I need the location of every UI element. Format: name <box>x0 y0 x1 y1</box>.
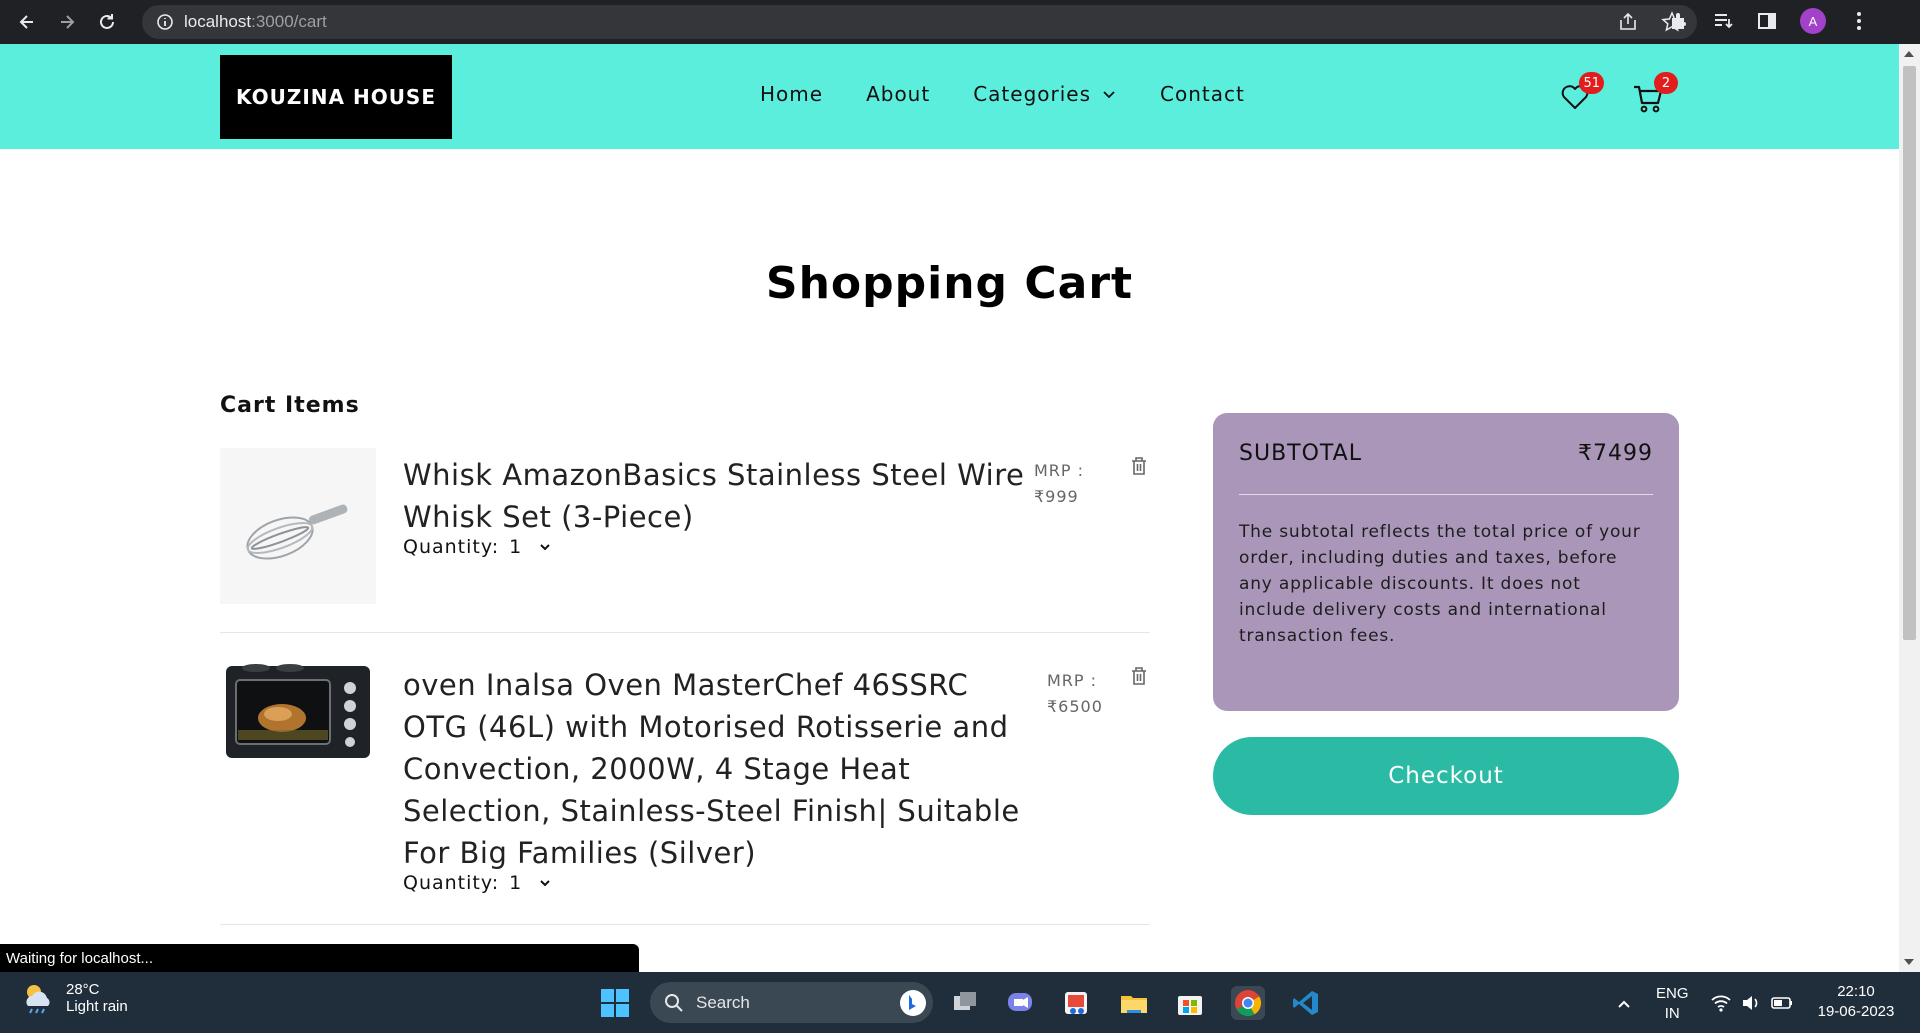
clock[interactable]: 22:10 19-06-2023 <box>1808 982 1904 1022</box>
product-image-oven[interactable] <box>220 658 376 768</box>
file-explorer-icon[interactable] <box>1117 986 1151 1020</box>
bing-icon[interactable] <box>899 989 927 1017</box>
taskbar-search[interactable]: Search <box>650 982 933 1023</box>
cart-count-badge: 2 <box>1654 72 1678 94</box>
order-summary-panel: SUBTOTAL ₹7499 The subtotal reflects the… <box>1213 413 1679 711</box>
side-panel-icon[interactable] <box>1756 10 1778 32</box>
wishlist-count-badge: 51 <box>1579 72 1604 94</box>
quantity-value: 1 <box>509 872 523 894</box>
language-indicator[interactable]: ENG IN <box>1656 984 1689 1024</box>
reload-icon[interactable] <box>94 9 120 35</box>
forward-icon[interactable] <box>54 9 80 35</box>
chevron-up-icon[interactable] <box>1616 996 1632 1012</box>
brand-logo[interactable]: KOUZINA HOUSE <box>220 55 452 139</box>
wifi-icon[interactable] <box>1710 992 1732 1014</box>
wishlist-button[interactable]: 51 <box>1560 72 1604 112</box>
vscode-icon[interactable] <box>1289 986 1323 1020</box>
subtotal-amount: ₹7499 <box>1578 441 1653 466</box>
item-divider <box>220 632 1150 633</box>
profile-avatar[interactable]: A <box>1800 8 1826 34</box>
nav-categories-label: Categories <box>973 82 1092 106</box>
back-icon[interactable] <box>14 9 40 35</box>
nav-contact-link[interactable]: Contact <box>1160 82 1245 106</box>
mrp-value: ₹6500 <box>1047 697 1103 716</box>
cart-item: Whisk AmazonBasics Stainless Steel Wire … <box>220 448 1150 608</box>
checkout-button[interactable]: Checkout <box>1213 737 1679 815</box>
chevron-down-icon <box>1103 91 1115 99</box>
windows-start-icon[interactable] <box>598 986 632 1020</box>
browser-toolbar: localhost:3000/cart A <box>0 0 1920 44</box>
battery-icon[interactable] <box>1770 992 1794 1014</box>
chrome-icon[interactable] <box>1231 986 1265 1020</box>
subtotal-label: SUBTOTAL <box>1239 441 1362 466</box>
item-divider <box>220 924 1150 925</box>
task-view-icon[interactable] <box>948 986 982 1020</box>
quantity-label: Quantity: <box>403 536 500 558</box>
teams-chat-icon[interactable] <box>1003 986 1037 1020</box>
scroll-down-icon[interactable] <box>1904 959 1914 965</box>
page-title: Shopping Cart <box>765 258 1134 309</box>
subtotal-row: SUBTOTAL ₹7499 <box>1239 413 1653 495</box>
quantity-selector[interactable]: Quantity: 1 <box>403 536 552 558</box>
clock-date: 19-06-2023 <box>1817 1003 1895 1020</box>
product-mrp: MRP : ₹999 <box>1034 458 1084 510</box>
search-icon <box>665 993 683 1012</box>
extensions-icon[interactable] <box>1668 10 1690 32</box>
product-mrp: MRP : ₹6500 <box>1047 668 1103 720</box>
product-name[interactable]: oven Inalsa Oven MasterChef 46SSRC OTG (… <box>403 664 1038 874</box>
address-bar[interactable]: localhost:3000/cart <box>142 5 1697 39</box>
cart-button[interactable]: 2 <box>1632 72 1678 114</box>
browser-menu-icon[interactable] <box>1848 10 1870 32</box>
volume-icon[interactable] <box>1740 992 1762 1014</box>
scroll-thumb[interactable] <box>1903 66 1916 640</box>
windows-taskbar: 28°C Light rain Search ENG IN 22:10 19-0… <box>0 972 1920 1033</box>
main-nav: Home About Categories Contact <box>760 82 1245 106</box>
language-code: ENG <box>1656 985 1689 1002</box>
cart-item: oven Inalsa Oven MasterChef 46SSRC OTG (… <box>220 658 1150 898</box>
region-code: IN <box>1664 1005 1680 1022</box>
scroll-up-icon[interactable] <box>1904 51 1914 57</box>
snipping-tool-icon[interactable] <box>1059 986 1093 1020</box>
site-info-icon[interactable] <box>156 13 174 31</box>
trash-icon[interactable] <box>1130 456 1148 476</box>
site-header: KOUZINA HOUSE Home About Categories Cont… <box>0 44 1899 149</box>
chevron-down-icon <box>540 544 550 551</box>
cart-items-heading: Cart Items <box>220 393 360 418</box>
weather-widget[interactable]: 28°C Light rain <box>20 980 128 1016</box>
quantity-label: Quantity: <box>403 872 500 894</box>
reading-list-icon[interactable] <box>1712 10 1734 32</box>
nav-home-link[interactable]: Home <box>760 82 823 106</box>
search-placeholder: Search <box>696 992 750 1012</box>
share-icon[interactable] <box>1617 11 1639 33</box>
weather-condition: Light rain <box>66 998 128 1015</box>
mrp-label: MRP : <box>1034 461 1085 480</box>
product-image-whisk[interactable] <box>220 448 376 604</box>
quantity-value: 1 <box>509 536 523 558</box>
product-name[interactable]: Whisk AmazonBasics Stainless Steel Wire … <box>403 454 1038 538</box>
chevron-down-icon <box>540 880 550 887</box>
mrp-label: MRP : <box>1047 671 1098 690</box>
nav-about-link[interactable]: About <box>866 82 930 106</box>
weather-cloud-rain-icon <box>26 985 50 1014</box>
browser-status-text: Waiting for localhost... <box>0 944 639 972</box>
nav-categories-dropdown[interactable]: Categories <box>973 82 1117 106</box>
url-text: localhost:3000/cart <box>184 12 327 31</box>
subtotal-description: The subtotal reflects the total price of… <box>1239 522 1641 646</box>
page-scrollbar[interactable] <box>1899 44 1920 972</box>
trash-icon[interactable] <box>1130 666 1148 686</box>
weather-temperature: 28°C <box>66 981 100 998</box>
quantity-selector[interactable]: Quantity: 1 <box>403 872 552 894</box>
mrp-value: ₹999 <box>1034 487 1079 506</box>
microsoft-store-icon[interactable] <box>1173 986 1207 1020</box>
clock-time: 22:10 <box>1837 983 1875 1000</box>
